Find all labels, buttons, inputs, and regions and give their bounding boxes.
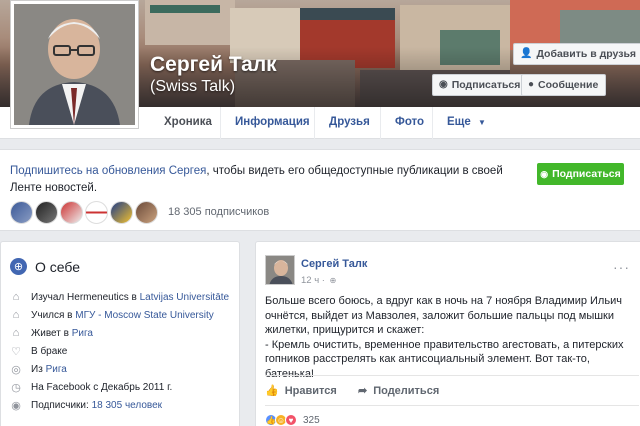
- subscribe-text: Подпишитесь на обновления Сергея, чтобы …: [10, 163, 520, 197]
- about-text: На Facebook с Декабрь 2011 г.: [31, 382, 173, 393]
- about-row-followers: ◉ Подписчики: 18 305 человек: [10, 399, 162, 412]
- tab-label: Еще: [447, 116, 471, 128]
- tab-about[interactable]: Информация: [220, 107, 324, 139]
- about-row-from: ◎ Из Рига: [10, 363, 67, 376]
- follow-label: Подписаться: [451, 79, 521, 91]
- about-header: ⊕ О себе: [10, 258, 80, 275]
- subscriber-avatar[interactable]: [85, 201, 108, 224]
- about-row-education: ⌂ Изучал Hermeneutics в Latvijas Univers…: [10, 291, 229, 303]
- location-icon: ◎: [11, 364, 21, 376]
- cover-roof: [150, 5, 220, 13]
- home-icon: ⌂: [12, 327, 20, 339]
- message-label: Сообщение: [538, 79, 599, 91]
- messenger-icon: ●: [528, 79, 535, 90]
- tab-friends[interactable]: Друзья: [314, 107, 384, 139]
- post-text-line: Больше всего боюсь, а вдруг как в ночь н…: [265, 295, 622, 336]
- subscriber-avatars: [10, 201, 158, 224]
- about-text: Живет в: [31, 327, 72, 339]
- post-author-avatar[interactable]: [265, 255, 295, 285]
- about-title: О себе: [35, 258, 81, 275]
- subscribe-button-label: Подписаться: [552, 168, 621, 180]
- about-text: Изучал Hermeneutics в: [31, 291, 140, 303]
- love-reaction-icon: ♥: [285, 414, 297, 426]
- tab-label: Друзья: [329, 116, 370, 128]
- graduation-icon: ⌂: [12, 291, 20, 303]
- about-text: Из: [31, 364, 46, 375]
- thumbs-up-icon: 👍: [265, 385, 279, 397]
- about-link[interactable]: 18 305 человек: [92, 400, 162, 411]
- clock-icon: ◷: [11, 382, 21, 394]
- chevron-down-icon: ▼: [477, 118, 486, 127]
- add-friend-button[interactable]: 👤 Добавить в друзья: [513, 43, 640, 65]
- tab-more[interactable]: Еще ▼: [432, 107, 500, 139]
- about-row-relationship: ♡ В браке: [10, 345, 67, 358]
- profile-name[interactable]: Сергей Талк: [150, 53, 277, 77]
- globe-icon: ⊕: [10, 258, 27, 275]
- share-icon: ➦: [358, 385, 368, 397]
- divider: [265, 375, 639, 376]
- about-card: ⊕ О себе ⌂ Изучал Hermeneutics в Latvija…: [0, 241, 240, 426]
- like-label: Нравится: [284, 384, 337, 397]
- post-card: Сергей Талк 12 ч · ⊕ ··· Больше всего бо…: [255, 241, 640, 426]
- like-button[interactable]: 👍 Нравится: [265, 384, 337, 398]
- post-text-line: - Кремль очистить, временное правительст…: [265, 338, 624, 380]
- about-row-joined: ◷ На Facebook с Декабрь 2011 г.: [10, 381, 172, 394]
- avatar-portrait: [266, 256, 294, 284]
- about-text: Подписчики:: [31, 400, 92, 411]
- profile-picture[interactable]: [10, 0, 139, 129]
- graduation-icon: ⌂: [12, 309, 20, 321]
- profile-alternate-name: (Swiss Talk): [150, 78, 236, 95]
- globe-icon: ⊕: [329, 276, 337, 285]
- post-time-text: 12 ч ·: [301, 275, 325, 286]
- tab-photos[interactable]: Фото: [380, 107, 438, 139]
- add-friend-label: Добавить в друзья: [536, 48, 637, 60]
- post-options-icon[interactable]: ···: [613, 259, 630, 275]
- subscriber-avatar[interactable]: [60, 201, 83, 224]
- about-link[interactable]: Latvijas Universitāte: [140, 292, 229, 303]
- divider: [265, 405, 639, 406]
- subscriber-avatar[interactable]: [10, 201, 33, 224]
- rss-icon: ◉: [540, 168, 549, 179]
- rss-icon: ◉: [439, 79, 448, 90]
- about-row-education: ⌂ Учился в МГУ - Moscow State University: [10, 309, 214, 321]
- subscribe-button[interactable]: ◉ Подписаться: [537, 163, 624, 185]
- subscribe-box: Подпишитесь на обновления Сергея, чтобы …: [0, 149, 640, 231]
- about-link[interactable]: Рига: [72, 328, 93, 339]
- about-row-lives: ⌂ Живет в Рига: [10, 327, 93, 339]
- add-friend-icon: 👤: [520, 48, 533, 59]
- cover-roof: [300, 8, 395, 20]
- subscriber-avatar[interactable]: [35, 201, 58, 224]
- message-button[interactable]: ● Сообщение: [521, 74, 607, 96]
- share-button[interactable]: ➦ Поделиться: [358, 384, 440, 398]
- about-text: В браке: [31, 346, 68, 357]
- rss-icon: ◉: [11, 400, 21, 412]
- tab-label: Хроника: [164, 116, 212, 128]
- tab-label: Информация: [235, 116, 310, 128]
- tab-timeline[interactable]: Хроника: [150, 107, 226, 139]
- about-text: Учился в: [31, 309, 76, 321]
- heart-icon: ♡: [11, 346, 21, 358]
- follow-button[interactable]: ◉ Подписаться: [432, 74, 529, 96]
- subscriber-count[interactable]: 18 305 подписчиков: [168, 206, 269, 218]
- tab-label: Фото: [395, 116, 425, 128]
- about-link[interactable]: МГУ - Moscow State University: [75, 310, 213, 321]
- share-label: Поделиться: [373, 384, 440, 397]
- subscribe-link[interactable]: Подпишитесь на обновления Сергея: [10, 165, 206, 177]
- subscriber-avatar[interactable]: [110, 201, 133, 224]
- post-author-name[interactable]: Сергей Талк: [301, 258, 367, 270]
- reaction-count: 325: [303, 414, 320, 426]
- post-timestamp[interactable]: 12 ч · ⊕: [301, 275, 336, 286]
- subscriber-avatar[interactable]: [135, 201, 158, 224]
- about-link[interactable]: Рига: [46, 364, 67, 375]
- reactions-summary[interactable]: 👍 ☺ ♥ 325: [265, 414, 320, 426]
- profile-portrait: [14, 4, 135, 125]
- post-text: Больше всего боюсь, а вдруг как в ночь н…: [265, 294, 637, 381]
